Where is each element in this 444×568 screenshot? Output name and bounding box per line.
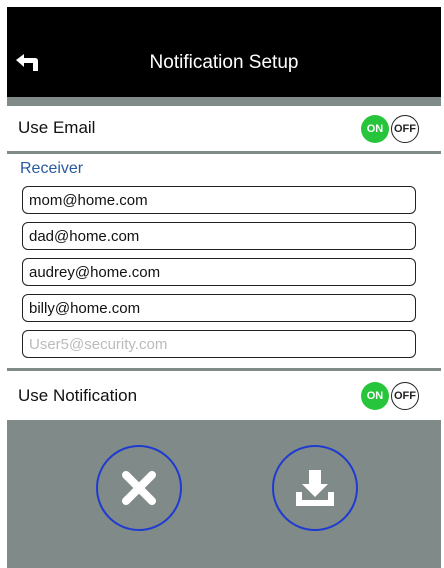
download-icon xyxy=(296,470,334,506)
use-email-toggle: ON OFF xyxy=(361,115,419,143)
use-email-label: Use Email xyxy=(18,118,96,137)
close-icon xyxy=(122,471,156,505)
receiver-email-field-1[interactable] xyxy=(22,186,416,214)
use-email-row: Use Email ON OFF xyxy=(7,106,441,151)
use-email-on-button[interactable]: ON xyxy=(361,115,389,143)
app-screen: Notification Setup Use Email ON OFF Rece… xyxy=(7,7,441,568)
use-notification-on-button[interactable]: ON xyxy=(361,382,389,410)
use-notification-label: Use Notification xyxy=(18,386,138,405)
header-bar: Notification Setup xyxy=(7,7,441,97)
receiver-email-field-4[interactable] xyxy=(22,294,416,322)
receiver-label: Receiver xyxy=(20,160,84,177)
save-button[interactable] xyxy=(272,445,358,531)
use-notification-toggle: ON OFF xyxy=(361,382,419,410)
use-notification-off-button[interactable]: OFF xyxy=(391,382,419,410)
cancel-button[interactable] xyxy=(96,445,182,531)
receiver-section: Receiver xyxy=(7,154,441,368)
page-title: Notification Setup xyxy=(149,52,299,73)
receiver-email-field-3[interactable] xyxy=(22,258,416,286)
receiver-email-field-5[interactable] xyxy=(22,330,416,358)
receiver-email-field-2[interactable] xyxy=(22,222,416,250)
use-email-off-button[interactable]: OFF xyxy=(391,115,419,143)
use-notification-row: Use Notification ON OFF xyxy=(7,371,441,420)
